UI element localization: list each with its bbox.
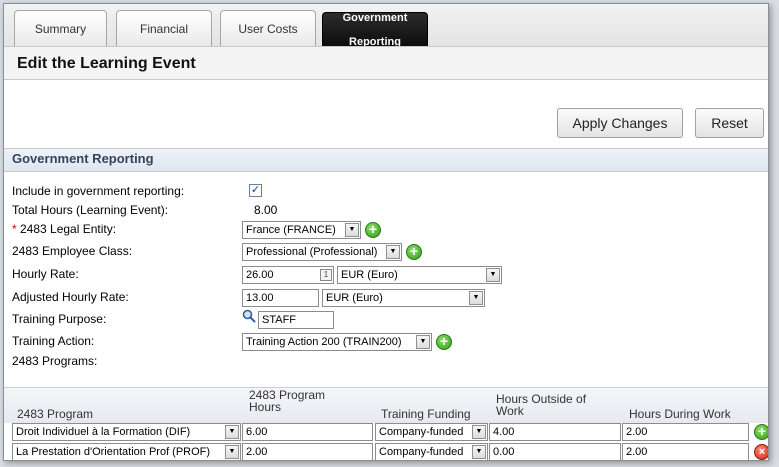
training-purpose-input[interactable]: STAFF — [258, 311, 334, 329]
chevron-down-icon: ▼ — [469, 291, 483, 305]
adjusted-rate-currency-select[interactable]: EUR (Euro) ▼ — [322, 289, 485, 307]
edit-learning-event-window: Summary Financial User Costs Government R… — [3, 3, 769, 461]
column-header-program-hours: 2483 Program Hours — [249, 388, 326, 414]
legal-entity-select[interactable]: France (FRANCE) ▼ — [242, 221, 361, 239]
chevron-down-icon: ▼ — [416, 335, 430, 349]
program-select[interactable]: Droit Individuel à la Formation (DIF) ▼ — [12, 423, 241, 441]
training-funding-select[interactable]: Company-funded ▼ — [375, 423, 488, 441]
include-reporting-label: Include in government reporting: — [12, 184, 185, 198]
tab-financial[interactable]: Financial — [116, 10, 212, 46]
tab-user-costs[interactable]: User Costs — [220, 10, 316, 46]
column-header-hours-outside: Hours Outside of Work — [496, 392, 587, 418]
table-row: La Prestation d'Orientation Prof (PROF) ▼… — [4, 442, 768, 460]
column-header-program: 2483 Program — [17, 407, 94, 421]
hourly-rate-label: Hourly Rate: — [12, 267, 79, 281]
tab-bar: Summary Financial User Costs Government R… — [4, 4, 768, 48]
chevron-down-icon: ▼ — [472, 445, 486, 459]
add-program-row-icon[interactable]: + — [754, 424, 768, 440]
table-row: Droit Individuel à la Formation (DIF) ▼ 6… — [4, 422, 768, 442]
total-hours-label: Total Hours (Learning Event): — [12, 203, 169, 217]
hours-during-input[interactable]: 2.00 — [622, 423, 749, 441]
chevron-down-icon: ▼ — [386, 245, 400, 259]
add-legal-entity-icon[interactable]: + — [365, 222, 381, 238]
programs-label: 2483 Programs: — [12, 354, 98, 368]
hours-outside-input[interactable]: 4.00 — [489, 423, 621, 441]
chevron-down-icon: ▼ — [225, 425, 239, 439]
adjusted-hourly-rate-input[interactable]: 13.00 — [242, 289, 319, 307]
calendar-icon[interactable]: 1 — [320, 269, 332, 281]
training-funding-select[interactable]: Company-funded ▼ — [375, 443, 488, 460]
column-header-training-funding: Training Funding — [381, 407, 471, 421]
adjusted-hourly-rate-label: Adjusted Hourly Rate: — [12, 290, 129, 304]
employee-class-label: 2483 Employee Class: — [12, 244, 133, 258]
training-action-label: Training Action: — [12, 334, 95, 348]
training-action-select[interactable]: Training Action 200 (TRAIN200) ▼ — [242, 333, 432, 351]
include-reporting-checkbox[interactable]: ✓ — [249, 184, 262, 197]
total-hours-value: 8.00 — [254, 203, 278, 217]
add-training-action-icon[interactable]: + — [436, 334, 452, 350]
chevron-down-icon: ▼ — [225, 445, 239, 459]
apply-changes-button[interactable]: Apply Changes — [557, 108, 683, 138]
chevron-down-icon: ▼ — [472, 425, 486, 439]
program-hours-input[interactable]: 2.00 — [242, 443, 373, 460]
page-title: Edit the Learning Event — [17, 55, 196, 72]
tab-summary[interactable]: Summary — [14, 10, 107, 46]
section-title: Government Reporting — [12, 151, 154, 166]
remove-program-row-icon[interactable]: × — [754, 444, 768, 460]
chevron-down-icon: ▼ — [486, 268, 500, 282]
program-select[interactable]: La Prestation d'Orientation Prof (PROF) ▼ — [12, 443, 241, 460]
column-header-hours-during: Hours During Work — [629, 407, 731, 421]
hours-outside-input[interactable]: 0.00 — [489, 443, 621, 460]
training-purpose-label: Training Purpose: — [12, 312, 107, 326]
tab-government-reporting[interactable]: Government Reporting — [322, 12, 428, 48]
chevron-down-icon: ▼ — [345, 223, 359, 237]
add-employee-class-icon[interactable]: + — [406, 244, 422, 260]
legal-entity-label: * 2483 Legal Entity: — [12, 222, 117, 236]
employee-class-select[interactable]: Professional (Professional) ▼ — [242, 243, 402, 261]
program-hours-input[interactable]: 6.00 — [242, 423, 373, 441]
hourly-rate-currency-select[interactable]: EUR (Euro) ▼ — [337, 266, 502, 284]
reset-button[interactable]: Reset — [695, 108, 764, 138]
search-icon[interactable] — [242, 309, 256, 323]
hours-during-input[interactable]: 2.00 — [622, 443, 749, 460]
